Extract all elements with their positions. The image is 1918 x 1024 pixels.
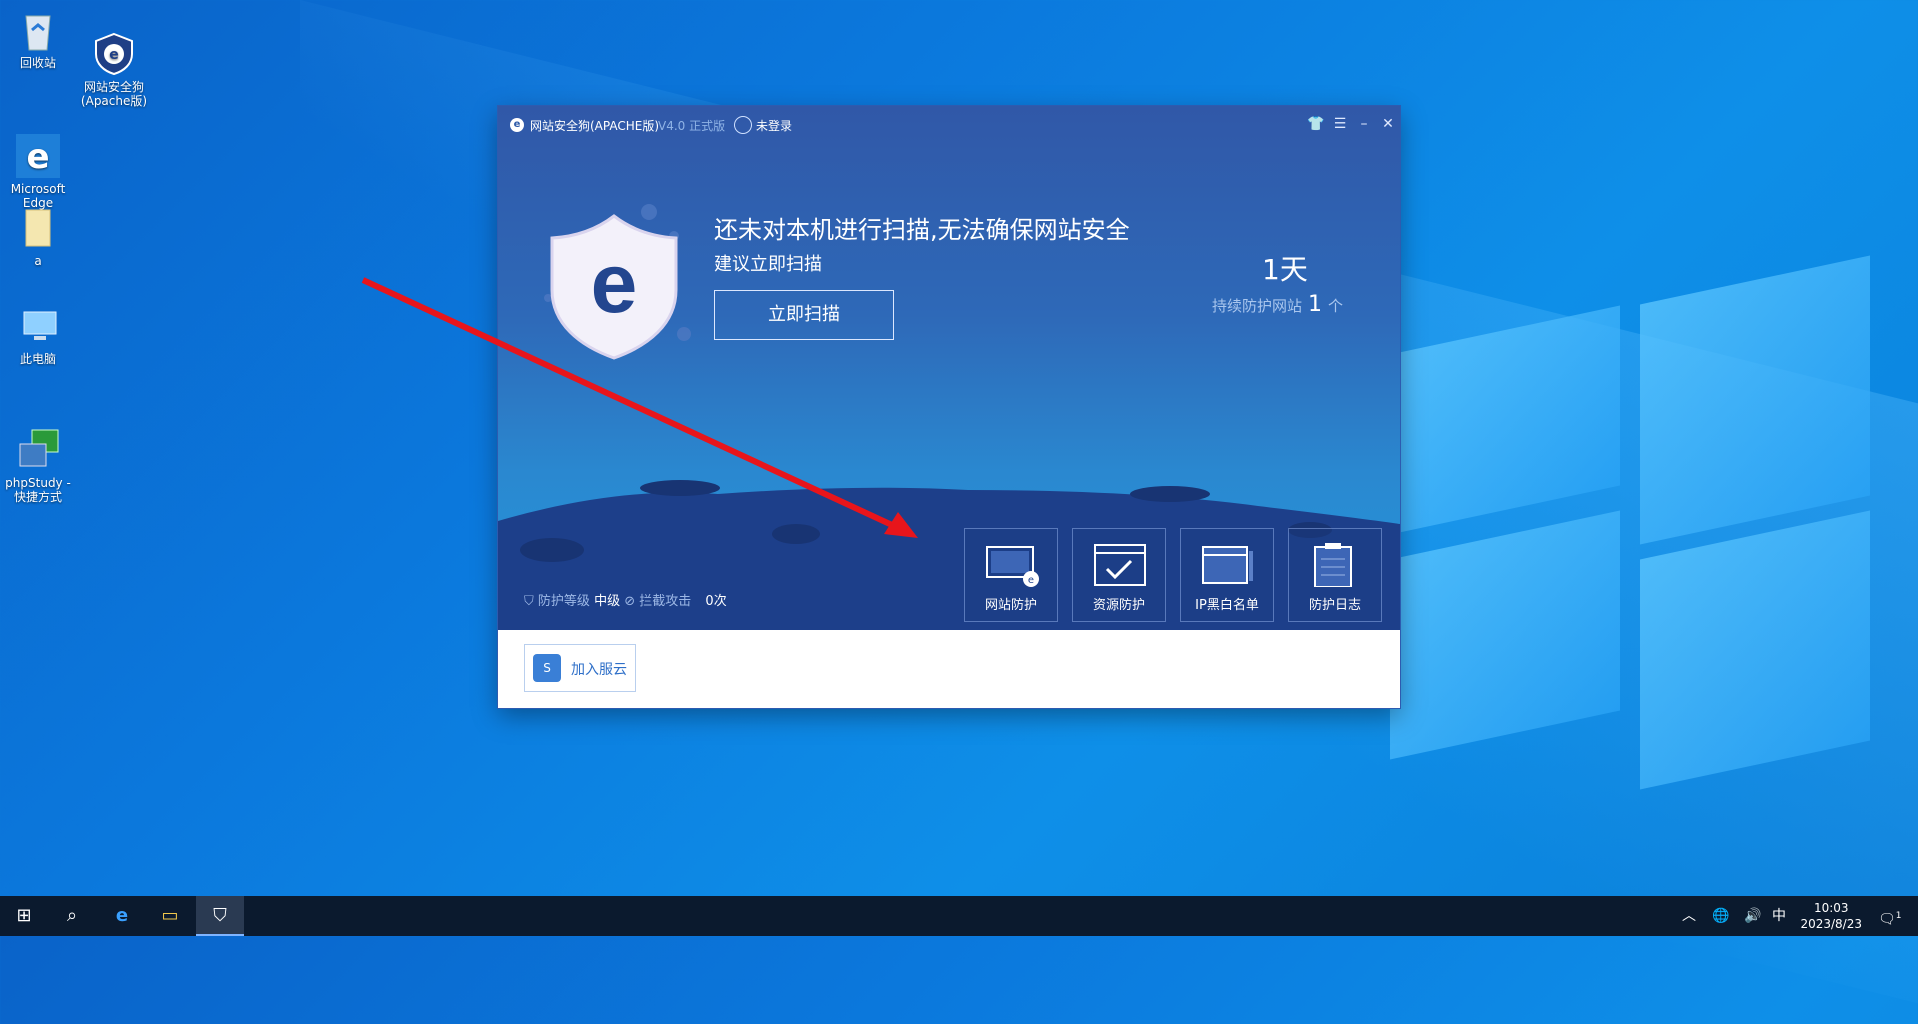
protection-days: 1天: [1262, 253, 1308, 286]
desktop-icon-label: phpStudy - 快捷方式: [5, 476, 71, 504]
protect-count: 1: [1308, 292, 1323, 317]
desktop-icon-phpstudy[interactable]: phpStudy - 快捷方式: [0, 400, 76, 518]
desktop-icon-label: 此电脑: [19, 352, 56, 366]
safedog-taskbar-icon[interactable]: ⛉: [196, 896, 244, 936]
edge-taskbar-icon[interactable]: e: [98, 896, 146, 936]
app-logo-icon: e: [510, 118, 524, 132]
join-cloud-label: 加入服云: [571, 662, 627, 678]
recycle-bin-icon: [16, 8, 60, 52]
protect-unit: 个: [1328, 297, 1344, 315]
minimize-icon[interactable]: –: [1354, 114, 1374, 134]
tool-label: 防护日志: [1308, 598, 1361, 613]
tool-ip-list[interactable]: IP黑白名单: [1180, 528, 1274, 622]
desktop-icon-recycle-bin[interactable]: 回收站: [0, 8, 76, 70]
volume-icon[interactable]: 🔊: [1744, 896, 1761, 936]
tool-label: IP黑白名单: [1195, 598, 1259, 613]
title-bar[interactable]: e 网站安全狗(APACHE版) V4.0 正式版 未登录 👕 ☰ – ✕: [498, 106, 1400, 144]
clipboard-log-icon: [1314, 543, 1352, 587]
level-label: 防护等级: [537, 594, 590, 609]
desktop-icon-label: a: [34, 254, 42, 268]
shield-logo-icon: e: [534, 194, 714, 378]
skin-shirt-icon[interactable]: 👕: [1306, 114, 1326, 134]
window-title: 网站安全狗(APACHE版): [530, 119, 660, 133]
tray-chevron-icon[interactable]: ︿: [1682, 896, 1696, 936]
user-avatar-icon[interactable]: [734, 116, 752, 134]
network-globe-icon[interactable]: 🌐: [1712, 896, 1729, 936]
tool-resource-protection[interactable]: 资源防护: [1072, 528, 1166, 622]
footer-bar: S 加入服云: [498, 630, 1400, 708]
notification-icon[interactable]: 🗨1: [1878, 896, 1902, 936]
login-link[interactable]: 未登录: [756, 117, 792, 134]
join-cloud-button[interactable]: S 加入服云: [524, 644, 636, 692]
file-explorer-icon[interactable]: ▭: [146, 896, 194, 936]
svg-text:e: e: [26, 137, 49, 177]
desktop-icon-this-pc[interactable]: 此电脑: [0, 304, 76, 366]
ime-indicator[interactable]: 中: [1772, 896, 1786, 936]
svg-text:e: e: [591, 236, 638, 330]
notification-count: 1: [1895, 911, 1902, 921]
computer-icon: [16, 304, 60, 348]
clock-time: 10:03: [1813, 901, 1849, 915]
scan-headline: 还未对本机进行扫描,无法确保网站安全: [714, 216, 1130, 244]
svg-text:e: e: [109, 47, 119, 63]
desktop-icon-folder-a[interactable]: a: [0, 206, 76, 268]
folder-check-icon: [1094, 544, 1146, 586]
protect-label: 持续防护网站: [1212, 297, 1303, 315]
safedog-shield-icon: e: [92, 18, 136, 76]
edge-icon: e: [16, 120, 60, 178]
taskbar: ⊞ ⌕ e ▭ ⛉ ︿ 🌐 🔊 中 10:03 2023/8/23 🗨1: [0, 896, 1918, 936]
intercept-value: 0次: [705, 594, 727, 609]
monitor-shield-icon: e: [986, 546, 1039, 587]
desktop-icon-label: 回收站: [19, 56, 56, 70]
window-list-icon: [1202, 546, 1253, 584]
scan-subline: 建议立即扫描: [714, 254, 822, 275]
level-value: 中级: [594, 594, 621, 609]
windows-logo-wallpaper: [1390, 255, 1910, 790]
search-icon[interactable]: ⌕: [48, 896, 96, 936]
close-icon[interactable]: ✕: [1378, 114, 1398, 134]
hero-panel: e 网站安全狗(APACHE版) V4.0 正式版 未登录 👕 ☰ – ✕ e …: [498, 106, 1400, 630]
tool-site-protection[interactable]: e 网站防护: [964, 528, 1058, 622]
intercept-label: 拦截攻击: [639, 594, 692, 609]
svg-text:e: e: [1028, 575, 1034, 586]
protected-sites: 持续防护网站 1 个: [1212, 292, 1343, 317]
shield-small-icon: ⛉: [524, 594, 534, 609]
safedog-window: e 网站安全狗(APACHE版) V4.0 正式版 未登录 👕 ☰ – ✕ e …: [498, 106, 1400, 708]
version-label: V4.0 正式版: [658, 119, 726, 133]
tool-protection-log[interactable]: 防护日志: [1288, 528, 1382, 622]
protection-status: ⛉ 防护等级 中级 ⊘ 拦截攻击 0次: [524, 590, 727, 609]
tool-label: 网站防护: [984, 598, 1037, 613]
clock-date: 2023/8/23: [1800, 917, 1862, 931]
intercept-icon: ⊘: [624, 594, 636, 609]
desktop-icon-safedog[interactable]: e 网站安全狗 (Apache版): [76, 4, 152, 122]
scan-now-button[interactable]: 立即扫描: [714, 290, 894, 340]
cloud-server-icon: S: [533, 654, 561, 682]
start-windows-icon[interactable]: ⊞: [0, 896, 48, 936]
tool-label: 资源防护: [1092, 598, 1145, 613]
phpstudy-icon: [16, 414, 60, 467]
file-icon: [16, 206, 60, 250]
clock[interactable]: 10:03 2023/8/23: [1800, 900, 1862, 932]
desktop-icon-label: 网站安全狗 (Apache版): [80, 80, 148, 108]
menu-icon[interactable]: ☰: [1330, 114, 1350, 134]
